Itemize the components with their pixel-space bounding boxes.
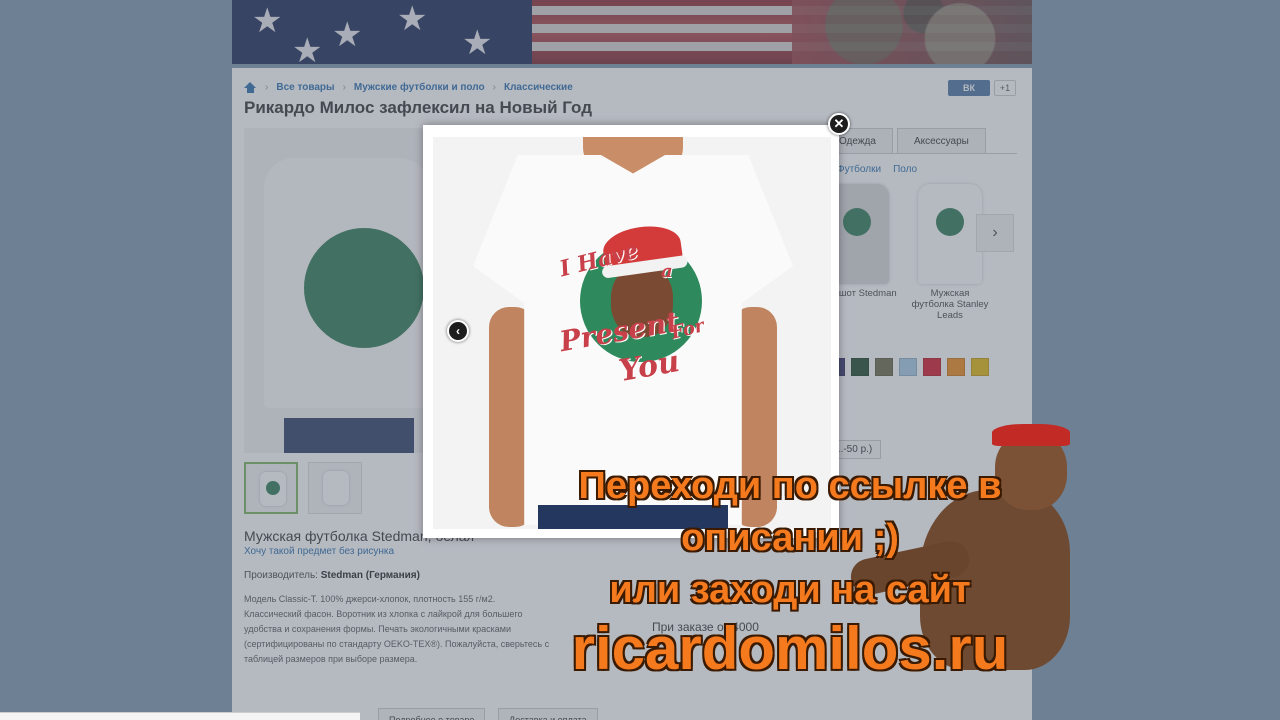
dancer-headband (992, 424, 1070, 446)
chevron-left-icon: ‹ (456, 324, 460, 338)
close-icon: ✕ (833, 116, 845, 131)
close-button[interactable]: ✕ (828, 113, 850, 135)
previous-image-button[interactable]: ‹ (447, 320, 469, 342)
promo-line: описании ;) (681, 517, 899, 559)
promo-text: Переходи по ссылке в описании ;) или зах… (520, 460, 1060, 616)
status-bar (0, 712, 360, 720)
print-text: a (661, 261, 673, 282)
promo-line: Переходи по ссылке в (578, 465, 1002, 507)
promo-site: ricardomilos.ru (571, 615, 1009, 682)
promo-line: или заходи на сайт (609, 569, 971, 611)
